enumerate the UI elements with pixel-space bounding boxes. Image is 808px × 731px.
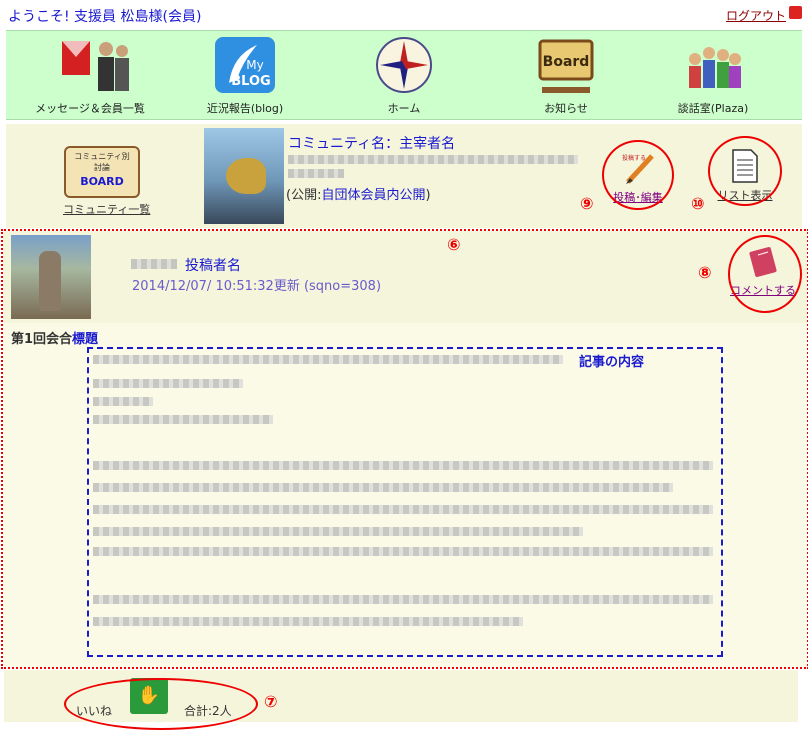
- nav-item-home[interactable]: ホーム: [334, 35, 474, 119]
- annotation-number-10: ⑩: [691, 194, 705, 213]
- blog-icon-text-blog: BLOG: [231, 74, 270, 89]
- community-photo: [204, 128, 284, 224]
- blurred-text: [93, 483, 673, 492]
- community-name[interactable]: コミュニティ名：主宰者名: [288, 133, 455, 153]
- post-header: 投稿者名 2014/12/07/ 10:51:32更新 (sqno=308) ⑥…: [3, 231, 807, 323]
- nav-item-blog[interactable]: My BLOG 近況報告(blog): [175, 35, 315, 119]
- annotation-number-9: ⑨: [580, 194, 594, 213]
- welcome-text: ようこそ! 支援員 松島様(会員): [8, 9, 202, 25]
- logout-link[interactable]: ログアウト: [726, 7, 786, 24]
- visibility-open: (公開:: [286, 188, 322, 203]
- post-title-prefix: 第1回会合: [11, 332, 73, 347]
- blurred-text: [93, 397, 153, 406]
- board-icon: Board: [534, 35, 598, 95]
- board-line-1: コミュニティ別: [74, 152, 130, 161]
- blurred-text: [93, 617, 523, 626]
- blurred-text: [93, 355, 563, 364]
- nav-item-messages[interactable]: メッセージ＆会員一覧: [20, 35, 160, 119]
- blurred-text: [93, 547, 713, 556]
- visibility-scope-link[interactable]: 自団体会員内公開: [321, 188, 425, 203]
- blurred-text: [93, 595, 713, 604]
- annotation-circle: [728, 235, 802, 313]
- annotation-number-7: ⑦: [264, 692, 278, 711]
- blog-icon-text-my: My: [246, 58, 263, 72]
- like-bar: いいね ✋ 合計:2人 ⑦: [4, 670, 798, 730]
- people-icon: [681, 35, 745, 95]
- post-container: 投稿者名 2014/12/07/ 10:51:32更新 (sqno=308) ⑥…: [1, 229, 808, 669]
- community-header: コミュニティ別 討論 BOARD コミュニティ一覧 コミュニティ名：主宰者名 (…: [6, 124, 802, 228]
- post-title: 第1回会合標題: [11, 328, 98, 347]
- post-content: 記事の内容: [87, 347, 723, 657]
- visibility-close: ): [425, 188, 431, 203]
- blurred-text: [93, 415, 273, 424]
- compass-icon: [372, 35, 436, 95]
- post-title-text: 標題: [72, 332, 99, 347]
- blurred-text: [288, 169, 344, 178]
- avatar: [11, 235, 91, 319]
- poster-name[interactable]: 投稿者名: [185, 255, 241, 275]
- nav-label-news: お知らせ: [544, 102, 588, 115]
- nav-label-blog: 近況報告(blog): [206, 102, 284, 115]
- community-visibility: (公開:自団体会員内公開): [286, 184, 431, 203]
- blurred-text: [131, 259, 177, 269]
- board-icon-text: Board: [543, 54, 590, 70]
- content-label: 記事の内容: [579, 355, 645, 370]
- message-icon: [58, 35, 129, 95]
- annotation-number-6: ⑥: [447, 235, 461, 254]
- nav-item-news[interactable]: Board お知らせ: [496, 35, 636, 119]
- main-nav: メッセージ＆会員一覧 My BLOG 近況報告(blog) ホーム Board …: [6, 30, 802, 120]
- annotation-number-8: ⑧: [698, 263, 712, 282]
- community-list-link[interactable]: コミュニティ一覧: [63, 201, 150, 217]
- blurred-text: [93, 461, 713, 470]
- annotation-circle: [708, 136, 782, 206]
- annotation-circle: [64, 678, 258, 730]
- blurred-text: [93, 527, 583, 536]
- blurred-text: [93, 505, 713, 514]
- blurred-text: [93, 379, 243, 388]
- blurred-text: [288, 155, 578, 164]
- nav-item-plaza[interactable]: 談話室(Plaza): [643, 35, 783, 119]
- logout-icon[interactable]: [789, 6, 802, 19]
- board-line-2: 討論: [94, 163, 110, 172]
- community-board-icon[interactable]: コミュニティ別 討論 BOARD: [64, 146, 140, 198]
- post-body: 第1回会合標題 記事の内容: [3, 323, 807, 667]
- annotation-circle: [602, 140, 674, 210]
- board-word: BOARD: [80, 175, 124, 188]
- blog-icon: My BLOG: [213, 35, 277, 95]
- post-updated: 2014/12/07/ 10:51:32更新 (sqno=308): [132, 279, 382, 294]
- nav-label-home: ホーム: [387, 102, 421, 115]
- nav-label-plaza: 談話室(Plaza): [677, 102, 749, 115]
- top-bar: ようこそ! 支援員 松島様(会員) ログアウト: [0, 0, 808, 30]
- nav-label-messages: メッセージ＆会員一覧: [35, 102, 145, 115]
